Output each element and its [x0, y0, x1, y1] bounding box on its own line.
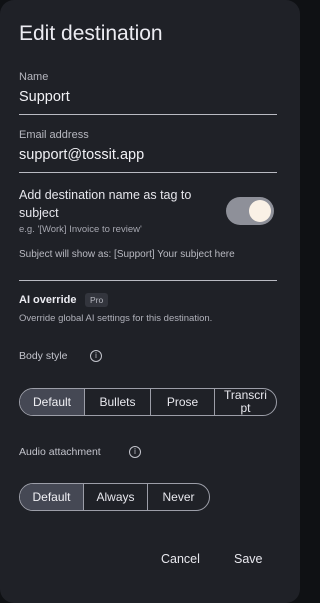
ai-override-description: Override global AI settings for this des… [19, 313, 213, 324]
body-style-segmented-control: Default Bullets Prose Transcript [19, 388, 277, 416]
body-style-option-transcript[interactable]: Transcript [214, 389, 276, 415]
audio-option-never[interactable]: Never [147, 484, 209, 510]
audio-attachment-label: Audio attachment [19, 446, 101, 458]
audio-attachment-info-icon[interactable]: i [129, 446, 141, 458]
toggle-knob [249, 200, 271, 222]
audio-option-default[interactable]: Default [20, 484, 83, 510]
ai-override-title: AI override [19, 294, 77, 306]
section-divider [19, 280, 277, 281]
pro-badge: Pro [85, 293, 109, 307]
body-style-option-default[interactable]: Default [20, 389, 84, 415]
subject-preview: Subject will show as: [Support] Your sub… [19, 249, 235, 260]
email-field[interactable]: support@tossit.app [19, 147, 144, 163]
tag-toggle-hint: e.g. '[Work] Invoice to review' [19, 224, 142, 235]
audio-attachment-segmented-control: Default Always Never [19, 483, 210, 511]
name-field-underline [19, 114, 277, 115]
email-field-label: Email address [19, 129, 89, 141]
name-field-label: Name [19, 71, 49, 83]
cancel-button[interactable]: Cancel [161, 552, 200, 566]
name-field[interactable]: Support [19, 89, 70, 105]
body-style-label: Body style [19, 350, 68, 362]
body-style-info-icon[interactable]: i [90, 350, 102, 362]
body-style-option-bullets[interactable]: Bullets [84, 389, 150, 415]
edit-destination-dialog: Edit destination Name Support Email addr… [0, 0, 300, 603]
save-button[interactable]: Save [234, 552, 263, 566]
body-style-option-prose[interactable]: Prose [150, 389, 214, 415]
audio-option-always[interactable]: Always [83, 484, 147, 510]
tag-toggle-label: Add destination name as tag to subject [19, 188, 192, 220]
dialog-title: Edit destination [19, 22, 163, 45]
email-field-underline [19, 172, 277, 173]
tag-subject-toggle[interactable] [226, 197, 274, 225]
